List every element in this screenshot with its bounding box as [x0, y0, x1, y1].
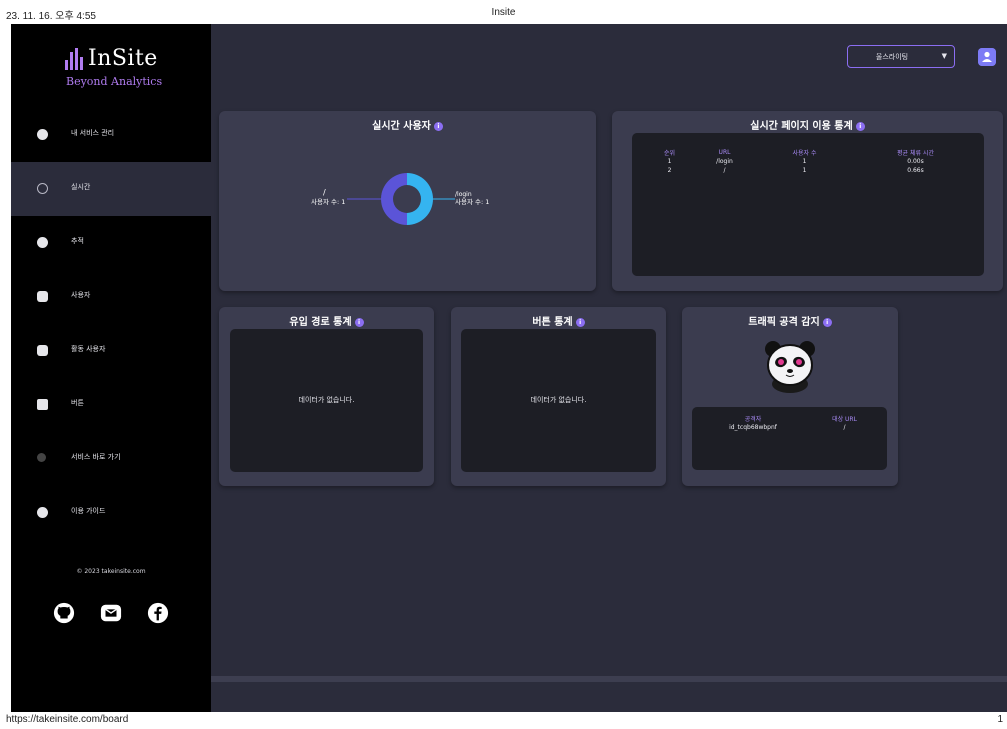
attack-table: 공격자 대상 URL id_tcqb68wbpnf / [698, 413, 881, 432]
card-title: 실시간 페이지 이용 통계 i [612, 117, 1003, 132]
sidebar-item-realtime[interactable]: 실시간 [11, 162, 211, 216]
sidebar-item-active-users[interactable]: 활동 사용자 [11, 324, 211, 378]
page-stats-table: 순위 URL 사용자 수 평균 체류 시간 1 /login 1 0.00s 2… [642, 147, 974, 175]
github-icon[interactable] [53, 602, 75, 624]
sidebar-item-my-services[interactable]: 내 서비스 관리 [11, 108, 211, 162]
table-cell: 1 [802, 158, 807, 165]
traffic-attack-card: 트래픽 공격 감지 i 공격자 대상 URL id_tcqb68wbpnf / [682, 307, 898, 486]
print-header: 23. 11. 16. 오후 4:55 Insite [0, 0, 1007, 22]
inflow-title: 유입 경로 통계 [289, 317, 352, 328]
table-cell: 0.66s [907, 167, 924, 174]
guide-icon [37, 507, 48, 518]
table-row[interactable]: 2 / 1 0.66s [642, 166, 974, 175]
sidebar-item-tracking[interactable]: 추적 [11, 216, 211, 270]
sidebar-item-guide[interactable]: 이용 가이드 [11, 486, 211, 540]
attack-table-panel: 공격자 대상 URL id_tcqb68wbpnf / [692, 407, 887, 470]
traffic-title: 트래픽 공격 감지 [748, 317, 820, 328]
button-stats-card: 버튼 통계 i 데이터가 없습니다. [451, 307, 666, 486]
sidebar-item-buttons[interactable]: 버튼 [11, 378, 211, 432]
service-select[interactable]: 울스라이팅 ▼ [847, 45, 955, 68]
card-title: 트래픽 공격 감지 i [682, 313, 898, 328]
right-slice-count: 사용자 수: 1 [455, 197, 489, 206]
info-icon[interactable]: i [855, 122, 865, 131]
table-row[interactable]: 1 /login 1 0.00s [642, 157, 974, 166]
brand-name: InSite [88, 46, 158, 71]
copyright: © 2023 takeinsite.com [76, 568, 146, 575]
column-header: 대상 URL [832, 415, 857, 423]
clock-icon [37, 183, 48, 194]
sidebar-item-label: 내 서비스 관리 [71, 129, 115, 137]
table-cell: / [723, 167, 726, 174]
column-header: 평균 체류 시간 [897, 149, 934, 157]
sidebar-item-label: 활동 사용자 [71, 345, 106, 353]
column-header: 공격자 [744, 415, 762, 423]
profile-avatar-icon[interactable] [978, 48, 996, 66]
inflow-panel: 데이터가 없습니다. [230, 329, 423, 472]
page-stats-card: 실시간 페이지 이용 통계 i 순위 URL 사용자 수 평균 체류 시간 1 /… [612, 111, 1003, 291]
sidebar-item-label: 추적 [71, 237, 84, 245]
info-icon[interactable]: i [575, 318, 585, 327]
empty-message: 데이터가 없습니다. [530, 396, 587, 404]
info-icon[interactable]: i [354, 318, 364, 327]
column-header: 사용자 수 [792, 149, 817, 157]
empty-message: 데이터가 없습니다. [298, 396, 355, 404]
inflow-card: 유입 경로 통계 i 데이터가 없습니다. [219, 307, 434, 486]
print-title: Insite [491, 7, 516, 18]
logo-bars-icon [65, 48, 83, 70]
print-footer: https://takeinsite.com/board 1 [0, 711, 1007, 729]
logo[interactable]: InSite Beyond Analytics [65, 46, 205, 90]
table-cell: id_tcqb68wbpnf [729, 424, 777, 431]
column-header: 순위 [663, 149, 676, 157]
table-header-row: 순위 URL 사용자 수 평균 체류 시간 [642, 147, 974, 157]
table-cell: /login [716, 158, 733, 165]
brand-tagline: Beyond Analytics [66, 75, 163, 88]
donut-slice-login [407, 173, 433, 225]
realtime-donut-chart: / 사용자 수: 1 /login 사용자 수: 1 [311, 173, 489, 225]
sidebar-item-label: 버튼 [71, 399, 84, 407]
service-select-value: 울스라이팅 [875, 53, 909, 61]
sidebar-item-label: 서비스 바로 가기 [71, 453, 121, 461]
print-page-number: 1 [997, 714, 1003, 725]
button-stats-title: 버튼 통계 [532, 317, 573, 328]
realtime-users-card: 실시간 사용자 i / 사용자 수: 1 /login 사용자 수: 1 [219, 111, 596, 291]
sidebar: InSite Beyond Analytics 내 서비스 관리 실시간 추적 … [11, 24, 211, 712]
active-user-icon [37, 345, 48, 356]
gear-icon [37, 129, 48, 140]
table-cell: 1 [802, 167, 807, 174]
crosshair-icon [37, 237, 48, 248]
sidebar-item-users[interactable]: 사용자 [11, 270, 211, 324]
mail-icon[interactable] [100, 602, 122, 624]
page-stats-title: 실시간 페이지 이용 통계 [750, 121, 853, 132]
chevron-down-icon: ▼ [941, 52, 947, 60]
print-url: https://takeinsite.com/board [6, 714, 129, 725]
table-cell: 2 [667, 167, 672, 174]
table-row[interactable]: id_tcqb68wbpnf / [698, 423, 881, 432]
sidebar-item-label: 사용자 [71, 291, 91, 299]
page-stats-table-panel: 순위 URL 사용자 수 평균 체류 시간 1 /login 1 0.00s 2… [632, 133, 984, 276]
right-slice-label: /login [455, 191, 472, 198]
button-icon [37, 399, 48, 410]
link-icon [37, 453, 46, 462]
facebook-icon[interactable] [147, 602, 169, 624]
panda-mascot-icon [765, 341, 815, 393]
table-cell: 1 [667, 158, 672, 165]
horizontal-scrollbar[interactable] [211, 676, 1007, 682]
app-window: InSite Beyond Analytics 내 서비스 관리 실시간 추적 … [11, 24, 1007, 712]
card-title: 버튼 통계 i [451, 313, 666, 328]
donut-slice-root [381, 173, 407, 225]
table-cell: 0.00s [907, 158, 924, 165]
user-icon [37, 291, 48, 302]
info-icon[interactable]: i [822, 318, 832, 327]
sidebar-item-label: 실시간 [71, 183, 91, 191]
sidebar-item-label: 이용 가이드 [71, 507, 106, 515]
left-slice-count: 사용자 수: 1 [311, 197, 345, 206]
table-cell: / [843, 424, 846, 431]
left-slice-label: / [323, 188, 326, 197]
column-header: URL [718, 148, 731, 156]
card-title: 유입 경로 통계 i [219, 313, 434, 328]
button-stats-panel: 데이터가 없습니다. [461, 329, 656, 472]
table-header-row: 공격자 대상 URL [698, 413, 881, 423]
sidebar-item-service-shortcut[interactable]: 서비스 바로 가기 [11, 432, 211, 486]
